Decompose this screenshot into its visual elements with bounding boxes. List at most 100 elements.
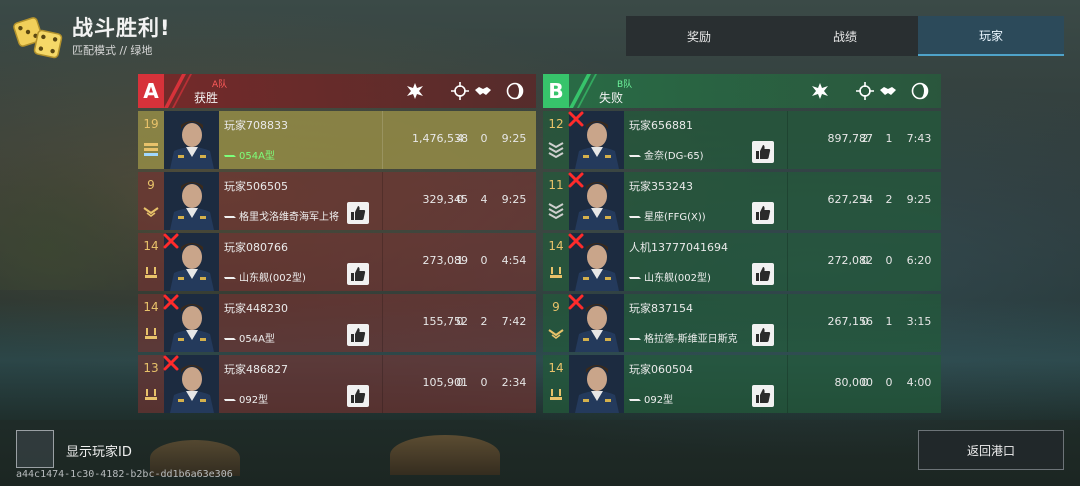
player-level: 13 [143, 361, 159, 375]
player-kills: 0 [861, 315, 869, 328]
level-box: 19 [138, 111, 164, 169]
handshake-icon [475, 87, 491, 95]
show-player-id-checkbox[interactable] [16, 430, 54, 468]
level-box: 11 [543, 172, 569, 230]
ship-name-wrap: 山东舰(002型) [224, 269, 306, 284]
ship-name-wrap: 山东舰(002型) [629, 269, 711, 284]
player-kills: 1 [456, 254, 464, 267]
tab-bar: 奖励 战绩 玩家 [626, 16, 1064, 56]
player-name: 玩家837154 [629, 302, 693, 315]
ship-name: 格拉德-斯维亚日斯克 [644, 334, 738, 345]
level-box: 14 [138, 233, 164, 291]
destroyed-x-icon [567, 171, 585, 189]
player-survival-time: 3:15 [906, 315, 932, 328]
player-row[interactable]: 13 玩家486827 092型 105,901 0 0 2:34 [138, 355, 536, 413]
player-kills: 0 [456, 193, 464, 206]
like-thumbs-up-icon[interactable] [752, 324, 774, 346]
captain-portrait [164, 111, 219, 169]
ship-name: 092型 [644, 395, 674, 406]
player-assists: 0 [885, 376, 893, 389]
player-level: 11 [548, 178, 564, 192]
like-thumbs-up-icon[interactable] [752, 385, 774, 407]
captain-portrait [164, 172, 219, 230]
player-survival-time: 4:00 [906, 376, 932, 389]
level-box: 13 [138, 355, 164, 413]
tab-players[interactable]: 玩家 [918, 16, 1064, 56]
player-row[interactable]: 19 玩家708833 054A型 1,476,538 4 0 9:25 [138, 111, 536, 169]
ship-class-icon [629, 212, 644, 223]
level-box: 14 [138, 294, 164, 352]
player-kills: 2 [861, 132, 869, 145]
like-thumbs-up-icon[interactable] [347, 385, 369, 407]
player-row[interactable]: 14 人机13777041694 山东舰(002型) 272,082 0 0 6:20 [543, 233, 941, 291]
ship-class-icon [629, 151, 644, 162]
player-name: 玩家486827 [224, 363, 288, 376]
player-name: 玩家506505 [224, 180, 288, 193]
slash-decoration-icon [164, 74, 192, 108]
player-row[interactable]: 14 玩家060504 092型 80,000 0 0 4:00 [543, 355, 941, 413]
player-row[interactable]: 9 玩家506505 格里戈洛维奇海军上将 329,345 0 4 9:25 [138, 172, 536, 230]
ship-name-wrap: 格里戈洛维奇海军上将 [224, 208, 339, 223]
bar-rank-icon [143, 263, 159, 281]
player-assists: 2 [480, 315, 488, 328]
player-survival-time: 9:25 [906, 193, 932, 206]
player-name: 玩家060504 [629, 363, 693, 376]
player-assists: 4 [480, 193, 488, 206]
player-survival-time: 4:54 [501, 254, 527, 267]
player-kills: 0 [456, 315, 464, 328]
player-name: 人机13777041694 [629, 241, 728, 254]
ship-class-icon [629, 334, 644, 345]
player-kills: 4 [456, 132, 464, 145]
like-thumbs-up-icon[interactable] [347, 263, 369, 285]
player-level: 9 [147, 178, 155, 192]
like-thumbs-up-icon[interactable] [347, 324, 369, 346]
handshake-icon [880, 87, 896, 95]
ship-class-icon [224, 395, 239, 406]
slash-decoration-icon [569, 74, 597, 108]
level-box: 9 [138, 172, 164, 230]
level-box: 14 [543, 233, 569, 291]
player-assists: 2 [885, 193, 893, 206]
player-name: 玩家080766 [224, 241, 288, 254]
tab-battle-record[interactable]: 战绩 [772, 16, 918, 56]
ship-class-icon [224, 273, 239, 284]
player-survival-time: 7:43 [906, 132, 932, 145]
ship-class-icon [224, 334, 239, 345]
ship-class-icon [629, 273, 644, 284]
destroyed-x-icon [567, 232, 585, 250]
player-level: 14 [143, 239, 159, 253]
show-player-id-label: 显示玩家ID [66, 445, 132, 460]
ship-name-wrap: 092型 [224, 391, 268, 406]
page-title: 战斗胜利! [72, 16, 171, 40]
ship-name: 054A型 [239, 334, 275, 345]
player-kills: 0 [861, 376, 869, 389]
player-row[interactable]: 9 玩家837154 格拉德-斯维亚日斯克 267,156 0 1 3:15 [543, 294, 941, 352]
like-thumbs-up-icon[interactable] [752, 202, 774, 224]
bar-rank-icon [143, 324, 159, 342]
player-row[interactable]: 11 玩家353243 星座(FFG(X)) 627,254 1 2 9:25 [543, 172, 941, 230]
player-row[interactable]: 14 玩家080766 山东舰(002型) 273,089 1 0 4:54 [138, 233, 536, 291]
ship-name: 格里戈洛维奇海军上将 [239, 212, 339, 223]
like-thumbs-up-icon[interactable] [347, 202, 369, 224]
player-survival-time: 7:42 [501, 315, 527, 328]
return-to-port-button[interactable]: 返回港口 [918, 430, 1064, 470]
explosion-icon [407, 83, 423, 99]
team-a-panel: A A队 获胜 19 玩家708833 054A型 1,476,538 4 0 9:25 9 玩… [138, 74, 536, 413]
destroyed-x-icon [162, 232, 180, 250]
level-box: 14 [543, 355, 569, 413]
like-thumbs-up-icon[interactable] [752, 141, 774, 163]
destroyed-x-icon [162, 354, 180, 372]
ship-name-wrap: 054A型 [224, 147, 275, 162]
team-b-result: 失败 [599, 91, 624, 105]
like-thumbs-up-icon[interactable] [752, 263, 774, 285]
player-assists: 0 [480, 376, 488, 389]
player-row[interactable]: 12 玩家656881 金奈(DG-65) 897,787 2 1 7:43 [543, 111, 941, 169]
destroyed-x-icon [567, 110, 585, 128]
match-mode-subtitle: 匹配模式 // 绿地 [72, 44, 153, 57]
player-assists: 0 [480, 132, 488, 145]
bar-rank-icon [143, 385, 159, 403]
player-assists: 0 [885, 254, 893, 267]
tab-rewards[interactable]: 奖励 [626, 16, 772, 56]
chevron-rank-icon [548, 324, 564, 342]
player-row[interactable]: 14 玩家448230 054A型 155,752 0 2 7:42 [138, 294, 536, 352]
